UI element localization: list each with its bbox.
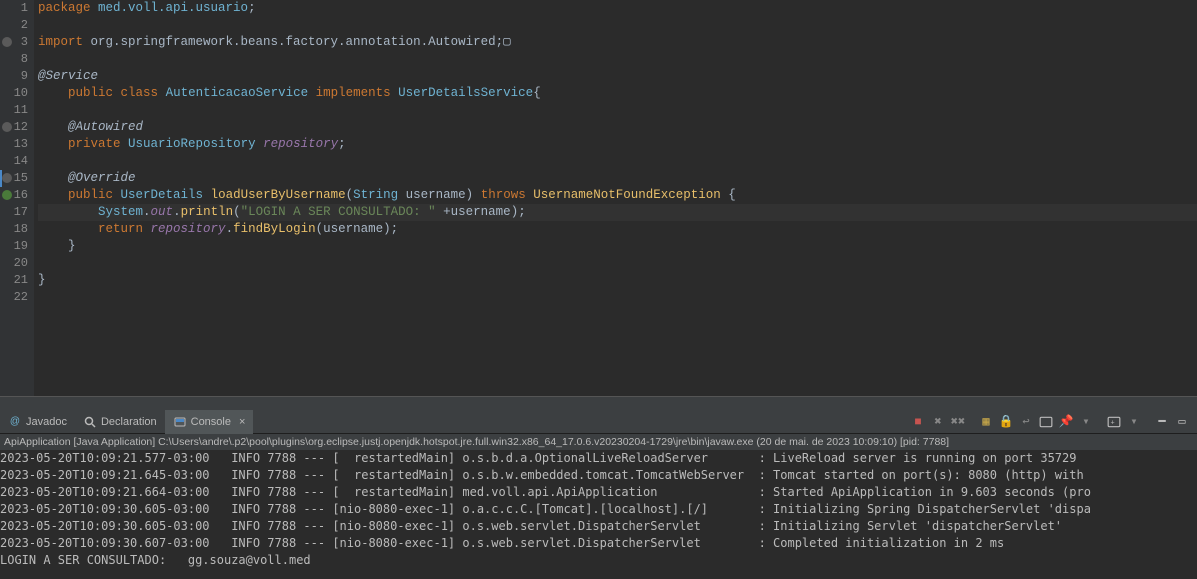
- console-line: 2023-05-20T10:09:21.577-03:00 INFO 7788 …: [0, 450, 1197, 467]
- gutter-marker-icon: [2, 173, 12, 183]
- code-line[interactable]: [38, 289, 1197, 306]
- gutter-line: 8: [0, 51, 30, 68]
- remove-all-button[interactable]: ✖✖: [949, 413, 967, 431]
- tab-label: Declaration: [101, 416, 157, 428]
- gutter-line: 21: [0, 272, 30, 289]
- clear-console-button[interactable]: ▦: [977, 413, 995, 431]
- code-line[interactable]: return repository.findByLogin(username);: [38, 221, 1197, 238]
- gutter-line: 17: [0, 204, 30, 221]
- override-marker-icon: [2, 190, 12, 200]
- gutter-line: 19: [0, 238, 30, 255]
- gutter: 1238910111213141516171819202122: [0, 0, 34, 396]
- terminate-button[interactable]: ■: [909, 413, 927, 431]
- code-line[interactable]: @Autowired: [38, 119, 1197, 136]
- code-line[interactable]: @Service: [38, 68, 1197, 85]
- gutter-line: 3: [0, 34, 30, 51]
- code-line[interactable]: public UserDetails loadUserByUsername(St…: [38, 187, 1197, 204]
- gutter-line: 20: [0, 255, 30, 272]
- console-output[interactable]: 2023-05-20T10:09:21.577-03:00 INFO 7788 …: [0, 450, 1197, 579]
- code-line[interactable]: package med.voll.api.usuario;: [38, 0, 1197, 17]
- gutter-marker-icon: [2, 122, 12, 132]
- change-indicator: [0, 170, 2, 187]
- gutter-line: 18: [0, 221, 30, 238]
- gutter-line: 15: [0, 170, 30, 187]
- code-line[interactable]: import org.springframework.beans.factory…: [38, 34, 1197, 51]
- gutter-line: 13: [0, 136, 30, 153]
- editor-pane: 1238910111213141516171819202122 package …: [0, 0, 1197, 410]
- tab-declaration[interactable]: Declaration: [75, 410, 165, 434]
- console-line: 2023-05-20T10:09:21.664-03:00 INFO 7788 …: [0, 484, 1197, 501]
- tab-console[interactable]: Console ×: [165, 410, 254, 434]
- code-line[interactable]: [38, 51, 1197, 68]
- bottom-panel: @ Javadoc Declaration Console × ■ ✖ ✖✖ ▦…: [0, 410, 1197, 579]
- code-line[interactable]: [38, 17, 1197, 34]
- gutter-line: 22: [0, 289, 30, 306]
- display-selected-button[interactable]: ▾: [1077, 413, 1095, 431]
- code-line[interactable]: @Override: [38, 170, 1197, 187]
- tab-label: Console: [191, 416, 231, 428]
- code-line[interactable]: System.out.println("LOGIN A SER CONSULTA…: [38, 204, 1197, 221]
- code-line[interactable]: }: [38, 272, 1197, 289]
- scroll-lock-button[interactable]: 🔒: [997, 413, 1015, 431]
- tabs-bar: @ Javadoc Declaration Console × ■ ✖ ✖✖ ▦…: [0, 410, 1197, 434]
- horizontal-scrollbar[interactable]: [0, 396, 1197, 410]
- show-console-button[interactable]: [1037, 413, 1055, 431]
- gutter-line: 16: [0, 187, 30, 204]
- remove-terminated-button[interactable]: ✖: [929, 413, 947, 431]
- gutter-line: 10: [0, 85, 30, 102]
- console-line: 2023-05-20T10:09:30.607-03:00 INFO 7788 …: [0, 535, 1197, 552]
- pin-button[interactable]: 📌: [1057, 413, 1075, 431]
- minimize-icon[interactable]: ━: [1153, 413, 1171, 431]
- declaration-icon: [83, 415, 97, 429]
- maximize-icon[interactable]: ▭: [1173, 413, 1191, 431]
- gutter-line: 1: [0, 0, 30, 17]
- code-line[interactable]: [38, 153, 1197, 170]
- code-line[interactable]: [38, 102, 1197, 119]
- gutter-line: 11: [0, 102, 30, 119]
- console-icon: [173, 415, 187, 429]
- new-console-button[interactable]: ▾: [1125, 413, 1143, 431]
- gutter-marker-icon: [2, 37, 12, 47]
- console-line: 2023-05-20T10:09:30.605-03:00 INFO 7788 …: [0, 518, 1197, 535]
- gutter-line: 2: [0, 17, 30, 34]
- close-icon[interactable]: ×: [239, 416, 245, 428]
- code-content[interactable]: package med.voll.api.usuario; import org.…: [34, 0, 1197, 396]
- tab-label: Javadoc: [26, 416, 67, 428]
- word-wrap-button[interactable]: ↩: [1017, 413, 1035, 431]
- gutter-line: 9: [0, 68, 30, 85]
- svg-text:+: +: [1111, 419, 1115, 427]
- open-console-button[interactable]: +: [1105, 413, 1123, 431]
- tab-javadoc[interactable]: @ Javadoc: [0, 410, 75, 434]
- code-line[interactable]: [38, 255, 1197, 272]
- code-area[interactable]: 1238910111213141516171819202122 package …: [0, 0, 1197, 396]
- code-line[interactable]: public class AutenticacaoService impleme…: [38, 85, 1197, 102]
- gutter-line: 14: [0, 153, 30, 170]
- code-line[interactable]: }: [38, 238, 1197, 255]
- at-icon: @: [8, 415, 22, 429]
- console-line: 2023-05-20T10:09:30.605-03:00 INFO 7788 …: [0, 501, 1197, 518]
- console-meta: ApiApplication [Java Application] C:\Use…: [0, 434, 1197, 450]
- console-line: 2023-05-20T10:09:21.645-03:00 INFO 7788 …: [0, 467, 1197, 484]
- console-line: LOGIN A SER CONSULTADO: gg.souza@voll.me…: [0, 552, 1197, 569]
- code-line[interactable]: private UsuarioRepository repository;: [38, 136, 1197, 153]
- console-toolbar: ■ ✖ ✖✖ ▦ 🔒 ↩ 📌 ▾ + ▾ ━ ▭: [909, 413, 1197, 431]
- gutter-line: 12: [0, 119, 30, 136]
